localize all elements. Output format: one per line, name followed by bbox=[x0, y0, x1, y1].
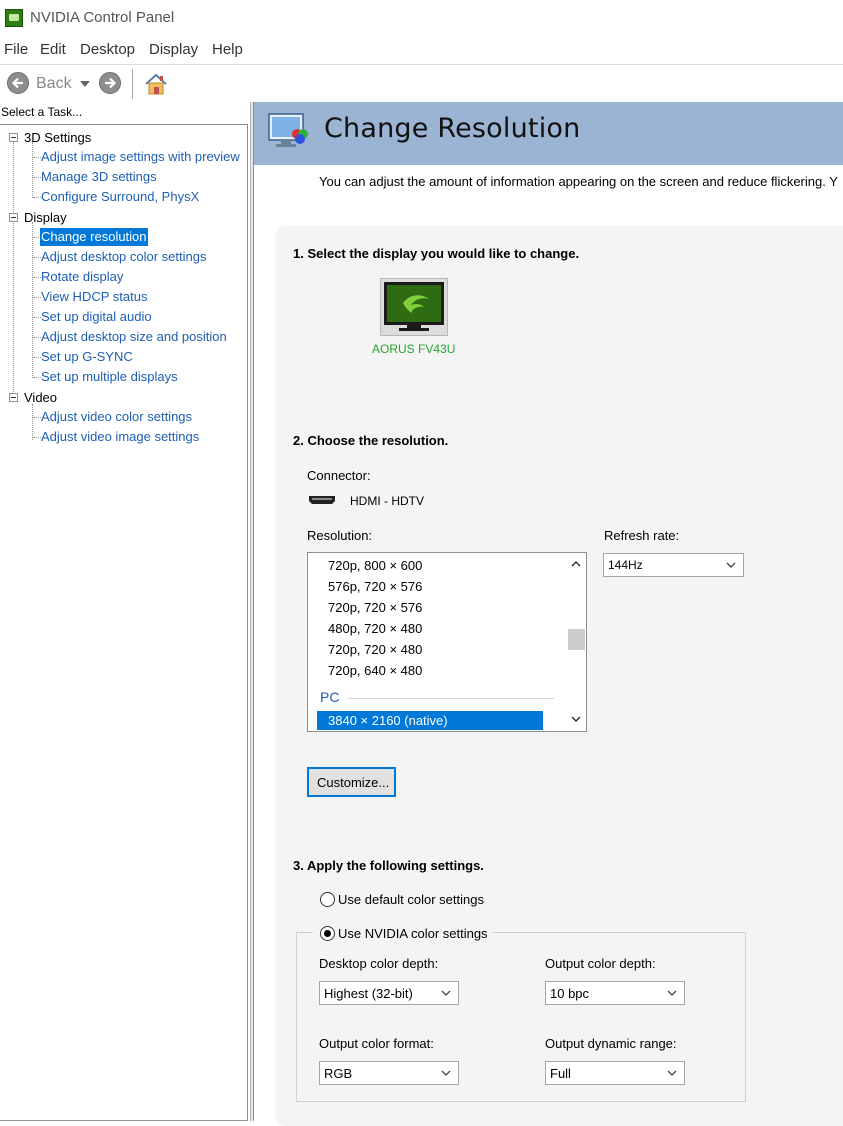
step2-heading: 2. Choose the resolution. bbox=[293, 433, 449, 448]
chevron-down-icon bbox=[441, 990, 451, 996]
desktop-color-depth-select[interactable]: Highest (32-bit) bbox=[319, 981, 459, 1005]
task-set-up-multiple-displays[interactable]: Set up multiple displays bbox=[40, 369, 179, 384]
radio-nvidia-color[interactable] bbox=[320, 926, 335, 941]
chevron-down-icon bbox=[667, 1070, 677, 1076]
task-set-up-digital-audio[interactable]: Set up digital audio bbox=[40, 309, 153, 324]
display-name[interactable]: AORUS FV43U bbox=[372, 342, 455, 356]
chevron-down-icon bbox=[726, 562, 736, 568]
task-manage-3d-settings[interactable]: Manage 3D settings bbox=[40, 169, 158, 184]
desktop-color-depth-label: Desktop color depth: bbox=[319, 956, 439, 971]
menu-display[interactable]: Display bbox=[149, 41, 198, 58]
selected-resolution-label: 3840 × 2160 (native) bbox=[328, 713, 448, 728]
tree-guide bbox=[32, 404, 33, 440]
display-tile[interactable] bbox=[380, 278, 448, 336]
resolution-option[interactable]: 720p, 800 × 600 bbox=[328, 558, 422, 573]
tree-guide bbox=[32, 222, 33, 378]
scroll-up-icon[interactable] bbox=[571, 560, 581, 568]
output-color-depth-select[interactable]: 10 bpc bbox=[545, 981, 685, 1005]
output-color-depth-value: 10 bpc bbox=[550, 986, 590, 1001]
page-title: Change Resolution bbox=[324, 113, 581, 144]
radio-default-color[interactable] bbox=[320, 892, 335, 907]
group-divider bbox=[348, 698, 554, 699]
output-color-depth-label: Output color depth: bbox=[545, 956, 656, 971]
resolution-option[interactable]: 720p, 720 × 576 bbox=[328, 600, 422, 615]
radio-default-color-label[interactable]: Use default color settings bbox=[338, 892, 484, 907]
step3-heading: 3. Apply the following settings. bbox=[293, 858, 484, 873]
tree-guide bbox=[32, 142, 33, 198]
task-panel-header: Select a Task... bbox=[1, 105, 83, 119]
task-adjust-desktop-color[interactable]: Adjust desktop color settings bbox=[40, 249, 207, 264]
resolution-group-header: PC bbox=[320, 689, 340, 705]
resolution-label: Resolution: bbox=[307, 528, 373, 543]
title-bar: NVIDIA Control Panel bbox=[0, 0, 843, 36]
refresh-rate-select[interactable]: 144Hz bbox=[603, 553, 744, 577]
scroll-down-icon[interactable] bbox=[571, 715, 581, 723]
chevron-down-icon bbox=[441, 1070, 451, 1076]
task-change-resolution[interactable]: Change resolution bbox=[40, 228, 148, 246]
connector-label: Connector: bbox=[307, 468, 371, 483]
monitor-icon bbox=[384, 282, 444, 331]
output-dynamic-range-value: Full bbox=[550, 1066, 571, 1081]
task-panel: Select a Task... 3D Settings Adjust imag… bbox=[0, 102, 252, 1121]
tree-category-video[interactable]: Video bbox=[24, 390, 57, 405]
toolbar-separator bbox=[132, 69, 133, 99]
forward-arrow-icon[interactable] bbox=[99, 72, 121, 94]
menu-desktop[interactable]: Desktop bbox=[80, 41, 135, 58]
output-color-format-label: Output color format: bbox=[319, 1036, 434, 1051]
task-adjust-desktop-size[interactable]: Adjust desktop size and position bbox=[40, 329, 228, 344]
task-adjust-video-color[interactable]: Adjust video color settings bbox=[40, 409, 193, 424]
output-color-format-value: RGB bbox=[324, 1066, 353, 1081]
toolbar: Back bbox=[0, 64, 843, 103]
customize-button[interactable]: Customize... bbox=[307, 767, 396, 797]
tree-category-display[interactable]: Display bbox=[24, 210, 67, 225]
tree-guide bbox=[13, 142, 14, 398]
step1-heading: 1. Select the display you would like to … bbox=[293, 246, 580, 261]
nvidia-app-icon bbox=[5, 9, 23, 27]
change-resolution-icon bbox=[268, 113, 308, 147]
window-title: NVIDIA Control Panel bbox=[30, 9, 175, 26]
task-rotate-display[interactable]: Rotate display bbox=[40, 269, 124, 284]
collapse-display-icon[interactable] bbox=[9, 213, 18, 222]
tree-category-3d-settings[interactable]: 3D Settings bbox=[24, 130, 91, 145]
resolution-option[interactable]: 720p, 640 × 480 bbox=[328, 663, 422, 678]
connector-value: HDMI - HDTV bbox=[350, 494, 424, 508]
menu-file[interactable]: File bbox=[4, 41, 28, 58]
back-arrow-icon[interactable] bbox=[7, 72, 29, 94]
hdmi-connector-icon bbox=[309, 496, 335, 504]
back-history-chevron-icon[interactable] bbox=[80, 81, 90, 87]
task-view-hdcp-status[interactable]: View HDCP status bbox=[40, 289, 148, 304]
resolution-option[interactable]: 576p, 720 × 576 bbox=[328, 579, 422, 594]
menu-edit[interactable]: Edit bbox=[40, 41, 66, 58]
desktop-color-depth-value: Highest (32-bit) bbox=[324, 986, 413, 1001]
page-description: You can adjust the amount of information… bbox=[319, 174, 838, 189]
menu-help[interactable]: Help bbox=[212, 41, 243, 58]
scrollbar-thumb[interactable] bbox=[568, 629, 585, 650]
task-tree: 3D Settings Adjust image settings with p… bbox=[0, 124, 248, 1121]
page-header: Change Resolution bbox=[254, 102, 843, 165]
customize-button-label: Customize... bbox=[317, 775, 390, 790]
resolution-option-selected[interactable]: 3840 × 2160 (native) bbox=[317, 711, 543, 730]
settings-panel: 1. Select the display you would like to … bbox=[275, 226, 843, 1126]
task-adjust-image-settings-preview[interactable]: Adjust image settings with preview bbox=[40, 149, 241, 164]
output-dynamic-range-select[interactable]: Full bbox=[545, 1061, 685, 1085]
back-button[interactable]: Back bbox=[36, 75, 72, 93]
refresh-rate-value: 144Hz bbox=[608, 558, 643, 572]
collapse-3d-settings-icon[interactable] bbox=[9, 133, 18, 142]
resolution-option[interactable]: 720p, 720 × 480 bbox=[328, 642, 422, 657]
collapse-video-icon[interactable] bbox=[9, 393, 18, 402]
chevron-down-icon bbox=[667, 990, 677, 996]
resolution-option[interactable]: 480p, 720 × 480 bbox=[328, 621, 422, 636]
resolution-listbox[interactable]: 720p, 800 × 600 576p, 720 × 576 720p, 72… bbox=[307, 552, 587, 732]
resolution-scrollbar[interactable] bbox=[566, 553, 586, 731]
output-color-format-select[interactable]: RGB bbox=[319, 1061, 459, 1085]
refresh-rate-label: Refresh rate: bbox=[604, 528, 680, 543]
menu-bar: File Edit Desktop Display Help bbox=[0, 38, 843, 62]
task-set-up-g-sync[interactable]: Set up G-SYNC bbox=[40, 349, 134, 364]
content-panel: Change Resolution You can adjust the amo… bbox=[253, 102, 843, 1126]
home-icon[interactable] bbox=[143, 71, 169, 97]
task-configure-surround-physx[interactable]: Configure Surround, PhysX bbox=[40, 189, 200, 204]
output-dynamic-range-label: Output dynamic range: bbox=[545, 1036, 677, 1051]
task-adjust-video-image[interactable]: Adjust video image settings bbox=[40, 429, 200, 444]
radio-nvidia-color-label[interactable]: Use NVIDIA color settings bbox=[338, 926, 488, 941]
